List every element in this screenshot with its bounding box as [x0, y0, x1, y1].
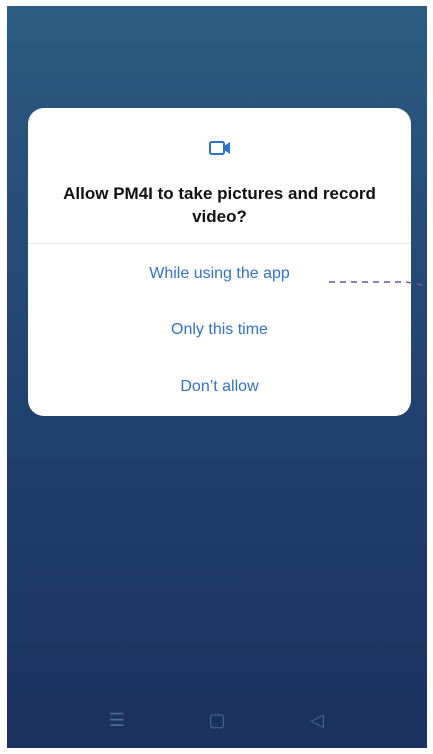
- only-this-time-button[interactable]: Only this time: [28, 310, 411, 350]
- back-icon[interactable]: ◁: [303, 706, 331, 734]
- video-camera-icon: [209, 141, 230, 155]
- permission-dialog: Allow PM4I to take pictures and record v…: [28, 108, 411, 416]
- annotation-pointer-line: [329, 281, 427, 289]
- dialog-title: Allow PM4I to take pictures and record v…: [63, 184, 376, 226]
- dialog-divider: [28, 243, 411, 244]
- menu-icon[interactable]: ☰: [103, 706, 131, 734]
- navigation-bar: ☰ ▢ ◁: [7, 692, 427, 748]
- dont-allow-button[interactable]: Don’t allow: [28, 367, 411, 407]
- phone-screen: Allow PM4I to take pictures and record v…: [7, 6, 427, 748]
- home-icon[interactable]: ▢: [203, 706, 231, 734]
